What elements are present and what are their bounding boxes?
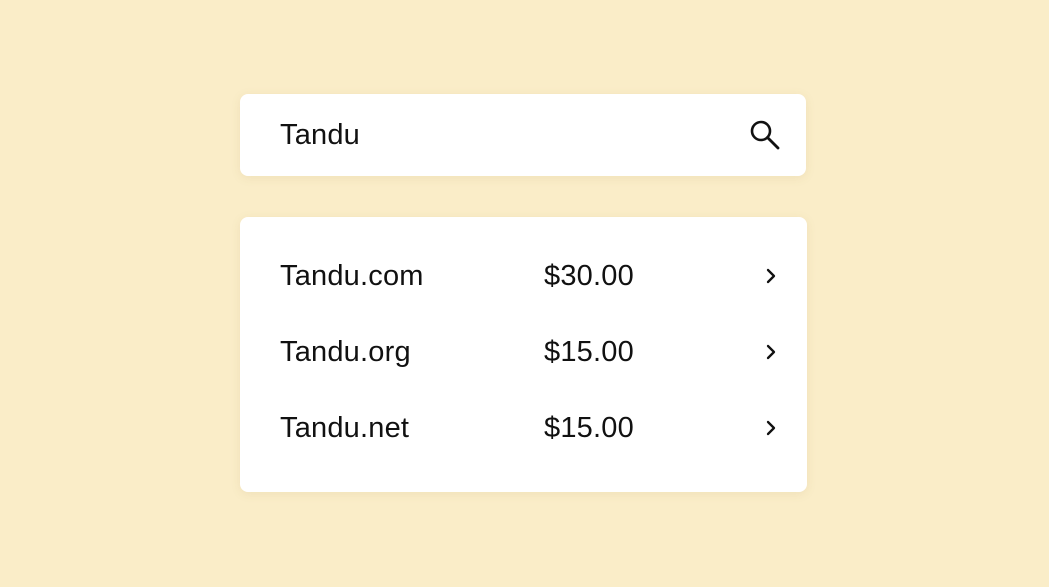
result-domain: Tandu.org [280,336,411,368]
result-domain: Tandu.net [280,412,410,444]
chevron-right-icon[interactable] [762,343,780,361]
result-item-tandu-net[interactable]: Tandu.net $15.00 [240,398,807,458]
result-price: $30.00 [544,260,634,292]
result-item-tandu-org[interactable]: Tandu.org $15.00 [240,322,807,382]
chevron-right-icon[interactable] [762,267,780,285]
chevron-right-icon[interactable] [762,419,780,437]
search-box[interactable]: Tandu [240,94,806,176]
result-price: $15.00 [544,336,634,368]
results-list: Tandu.com $30.00 Tandu.org $15.00 Tandu.… [240,217,807,492]
search-icon[interactable] [748,118,782,152]
result-price: $15.00 [544,412,634,444]
search-input[interactable]: Tandu [280,94,360,176]
result-item-tandu-com[interactable]: Tandu.com $30.00 [240,246,807,306]
result-domain: Tandu.com [280,260,424,292]
